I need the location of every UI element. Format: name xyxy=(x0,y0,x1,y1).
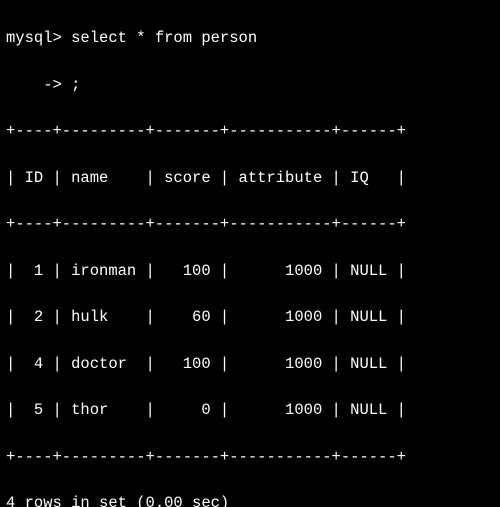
table-row: | 2 | hulk | 60 | 1000 | NULL | xyxy=(6,306,494,329)
table-row: | 4 | doctor | 100 | 1000 | NULL | xyxy=(6,353,494,376)
table-border: +----+---------+-------+-----------+----… xyxy=(6,446,494,469)
table-header: | ID | name | score | attribute | IQ | xyxy=(6,167,494,190)
table-row: | 1 | ironman | 100 | 1000 | NULL | xyxy=(6,260,494,283)
result-footer: 4 rows in set (0.00 sec) xyxy=(6,492,494,507)
sql-prompt-continuation: -> ; xyxy=(6,74,494,97)
table-row: | 5 | thor | 0 | 1000 | NULL | xyxy=(6,399,494,422)
terminal-output: mysql> select * from person -> ; +----+-… xyxy=(0,0,500,507)
table-border: +----+---------+-------+-----------+----… xyxy=(6,213,494,236)
sql-prompt-line: mysql> select * from person xyxy=(6,27,494,50)
table-border: +----+---------+-------+-----------+----… xyxy=(6,120,494,143)
